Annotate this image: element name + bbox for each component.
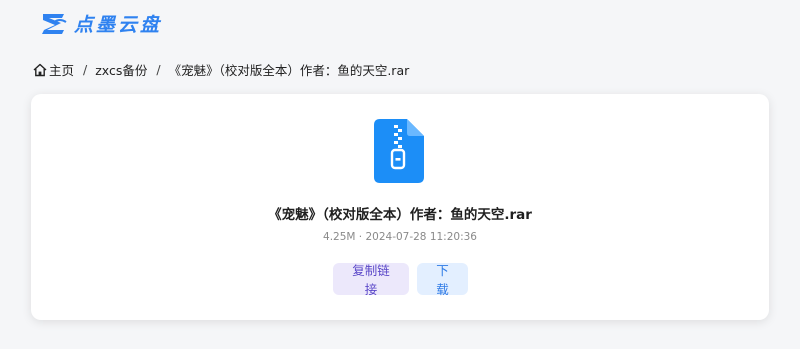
brand-name[interactable]: 点墨云盘 [74, 10, 162, 37]
breadcrumb: 主页 / zxcs备份 / 《宠魅》（校对版全本）作者：鱼的天空.rar [33, 60, 409, 79]
copy-link-button[interactable]: 复制链接 [333, 263, 409, 297]
breadcrumb-separator: / [156, 62, 161, 77]
file-actions: 复制链接 下载 [333, 263, 468, 297]
file-card: 《宠魅》（校对版全本）作者：鱼的天空.rar 4.25M · 2024-07-2… [31, 94, 769, 320]
download-button[interactable]: 下载 [417, 263, 468, 297]
header: 点墨云盘 [40, 8, 162, 38]
logo-icon[interactable] [40, 10, 68, 36]
file-meta: 4.25M · 2024-07-28 11:20:36 [323, 231, 477, 243]
breadcrumb-current: 《宠魅》（校对版全本）作者：鱼的天空.rar [168, 63, 410, 78]
file-name: 《宠魅》（校对版全本）作者：鱼的天空.rar [268, 207, 532, 223]
breadcrumb-home[interactable]: 主页 [33, 60, 74, 79]
breadcrumb-home-label: 主页 [49, 63, 75, 78]
zip-file-icon [374, 119, 424, 183]
breadcrumb-folder[interactable]: zxcs备份 [95, 60, 147, 79]
home-icon [33, 63, 47, 76]
breadcrumb-separator: / [83, 62, 88, 77]
